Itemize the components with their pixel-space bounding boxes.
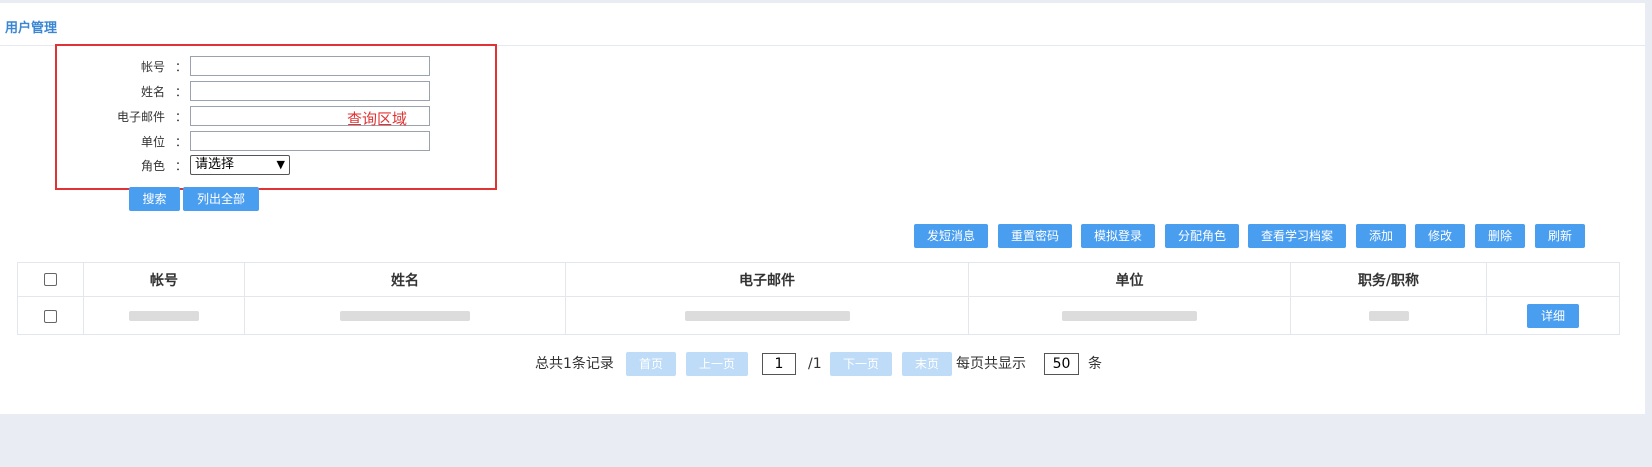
query-area: 帐号 ： 姓名 ： 电子邮件 ： 单位 ： 角色 ： 请选择 ▼ 查询区域 bbox=[55, 44, 497, 190]
next-page-button[interactable]: 下一页 bbox=[830, 352, 892, 376]
table-row: 详细 bbox=[17, 296, 1620, 335]
col-position[interactable]: 职务/职称 bbox=[1290, 262, 1487, 297]
page-number-input[interactable]: 1 bbox=[762, 353, 796, 375]
table-header-row: 帐号 姓名 电子邮件 单位 职务/职称 bbox=[17, 262, 1620, 297]
role-select-value: 请选择 bbox=[195, 157, 235, 172]
select-all-checkbox[interactable] bbox=[44, 273, 57, 286]
unit-cell bbox=[968, 296, 1291, 335]
redacted-text bbox=[1368, 311, 1409, 321]
colon: ： bbox=[175, 85, 188, 99]
add-button[interactable]: 添加 bbox=[1356, 224, 1406, 248]
email-cell bbox=[565, 296, 969, 335]
list-all-button[interactable]: 列出全部 bbox=[183, 187, 259, 211]
simulate-login-button[interactable]: 模拟登录 bbox=[1081, 224, 1155, 248]
role-select[interactable]: 请选择 ▼ bbox=[190, 155, 290, 175]
last-page-button[interactable]: 末页 bbox=[902, 352, 952, 376]
redacted-text bbox=[129, 311, 199, 321]
first-page-button[interactable]: 首页 bbox=[626, 352, 676, 376]
actions-cell: 详细 bbox=[1486, 296, 1620, 335]
per-page-label: 每页共显示 bbox=[956, 356, 1026, 372]
name-label: 姓名 bbox=[140, 85, 165, 99]
unit-label: 单位 bbox=[140, 135, 165, 149]
position-cell bbox=[1290, 296, 1487, 335]
search-button[interactable]: 搜索 bbox=[129, 187, 180, 211]
name-cell bbox=[244, 296, 566, 335]
assign-role-button[interactable]: 分配角色 bbox=[1165, 224, 1239, 248]
name-input[interactable] bbox=[190, 81, 430, 101]
delete-button[interactable]: 删除 bbox=[1475, 224, 1525, 248]
colon: ： bbox=[175, 135, 188, 149]
account-cell bbox=[83, 296, 245, 335]
query-area-hint: 查询区域 bbox=[347, 110, 408, 128]
col-name[interactable]: 姓名 bbox=[244, 262, 566, 297]
unit-input[interactable] bbox=[190, 131, 430, 151]
col-unit[interactable]: 单位 bbox=[968, 262, 1291, 297]
per-page-input[interactable]: 50 bbox=[1044, 353, 1079, 375]
colon: ： bbox=[175, 159, 188, 173]
row-checkbox[interactable] bbox=[44, 309, 57, 323]
account-label: 帐号 bbox=[140, 60, 165, 74]
view-learning-record-button[interactable]: 查看学习档案 bbox=[1248, 224, 1346, 248]
role-label: 角色 bbox=[140, 159, 165, 173]
col-email[interactable]: 电子邮件 bbox=[565, 262, 969, 297]
redacted-text bbox=[684, 311, 850, 321]
redacted-text bbox=[1062, 311, 1197, 321]
detail-button[interactable]: 详细 bbox=[1526, 303, 1579, 328]
prev-page-button[interactable]: 上一页 bbox=[686, 352, 748, 376]
panel-header: 用户管理 bbox=[0, 3, 1645, 46]
colon: ： bbox=[175, 110, 188, 124]
email-label: 电子邮件 bbox=[116, 110, 165, 124]
refresh-button[interactable]: 刷新 bbox=[1535, 224, 1585, 248]
row-select-cell bbox=[17, 296, 84, 335]
user-table: 帐号 姓名 电子邮件 单位 职务/职称 详细 bbox=[17, 262, 1620, 335]
account-input[interactable] bbox=[190, 56, 430, 76]
reset-password-button[interactable]: 重置密码 bbox=[998, 224, 1072, 248]
panel-title: 用户管理 bbox=[5, 21, 58, 36]
edit-button[interactable]: 修改 bbox=[1415, 224, 1465, 248]
send-message-button[interactable]: 发短消息 bbox=[914, 224, 988, 248]
col-actions bbox=[1486, 262, 1620, 297]
total-records: 总共1条记录 bbox=[535, 356, 614, 372]
total-pages: /1 bbox=[808, 356, 822, 372]
select-all-cell bbox=[17, 262, 84, 297]
colon: ： bbox=[175, 60, 188, 74]
col-account[interactable]: 帐号 bbox=[83, 262, 245, 297]
per-page-unit: 条 bbox=[1088, 356, 1102, 372]
chevron-down-icon: ▼ bbox=[276, 158, 285, 171]
redacted-text bbox=[340, 311, 470, 321]
